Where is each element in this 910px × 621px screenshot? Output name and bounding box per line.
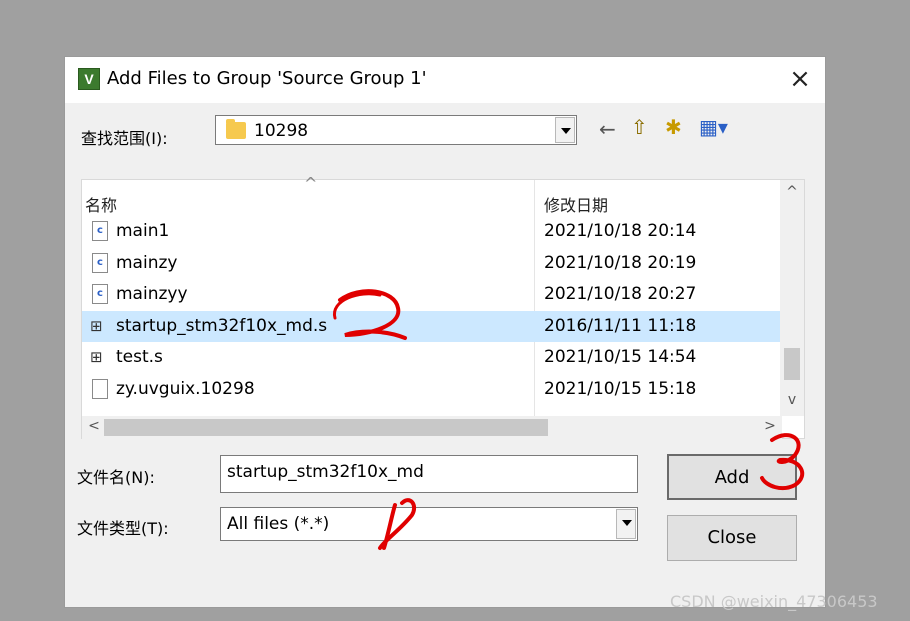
annotation-mark-1 <box>378 498 417 550</box>
csdn-watermark: CSDN @weixin_47306453 <box>670 592 878 611</box>
handwritten-annotations <box>333 289 805 550</box>
annotation-mark-3 <box>760 433 805 490</box>
